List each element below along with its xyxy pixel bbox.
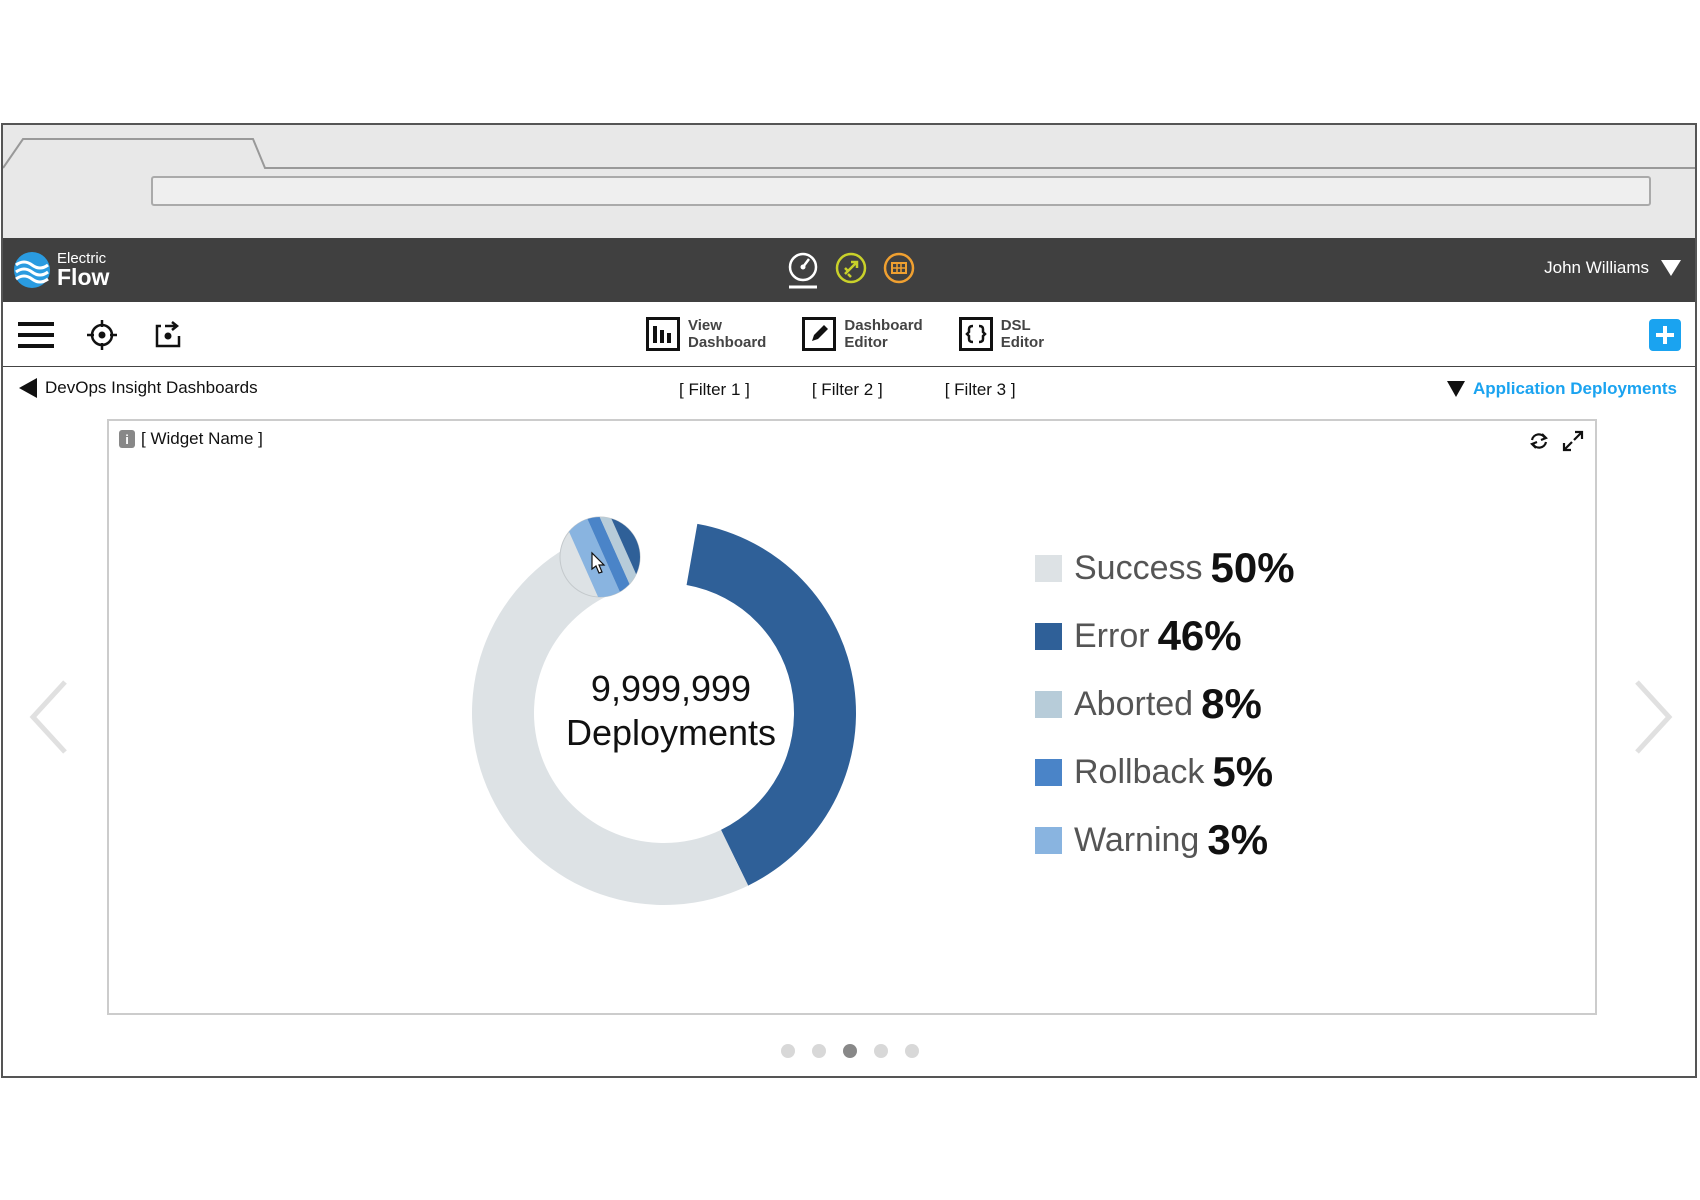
deployments-count: 9,999,999 (590, 668, 752, 709)
dsl-editor-label: DSL Editor (1000, 317, 1045, 351)
address-bar[interactable] (151, 176, 1651, 206)
legend-label: Aborted (1074, 684, 1194, 723)
pagination-dot[interactable] (843, 1044, 857, 1058)
widget-name: [ Widget Name ] (141, 429, 263, 448)
application-dropdown[interactable]: Application Deployments (1446, 379, 1677, 399)
next-arrow-icon[interactable] (1633, 679, 1673, 755)
dashboard-editor-label: Dashboard Editor (844, 317, 923, 351)
electric-flow-logo[interactable]: Electric Flow (13, 248, 109, 292)
legend-swatch (1035, 622, 1062, 650)
navigation-row: DevOps Insight Dashboards [ Filter 1 ] [… (3, 367, 1695, 411)
pencil-icon (802, 317, 837, 351)
legend-label: Error (1074, 616, 1150, 655)
bar-chart-icon (646, 317, 680, 351)
legend-label: Rollback (1074, 752, 1205, 791)
back-to-dashboards-link[interactable]: DevOps Insight Dashboards (19, 378, 258, 398)
filter-3[interactable]: [ Filter 3 ] (945, 380, 1016, 400)
legend-label: Success (1074, 548, 1203, 587)
caret-left-icon (19, 378, 37, 398)
legend-swatch (1035, 690, 1062, 718)
braces-icon (958, 317, 993, 351)
legend-item-rollback[interactable]: Rollback 5% (1035, 738, 1295, 806)
user-name: John Williams (1544, 258, 1649, 277)
refresh-target-icon[interactable] (149, 316, 187, 354)
pagination-dot[interactable] (812, 1044, 826, 1058)
app-switcher (785, 251, 917, 289)
user-menu[interactable]: John Williams (1544, 258, 1681, 278)
view-dashboard-label: View Dashboard (688, 317, 767, 351)
dsl-editor-button[interactable]: DSL Editor (958, 317, 1045, 351)
info-icon[interactable]: i (119, 430, 135, 448)
browser-chrome (3, 125, 1695, 238)
legend-value: 50% (1210, 544, 1295, 591)
pagination-dot[interactable] (874, 1044, 888, 1058)
legend-value: 3% (1207, 816, 1269, 863)
legend-item-success[interactable]: Success 50% (1035, 534, 1295, 602)
logo-big-text: Flow (57, 264, 110, 290)
legend-value: 46% (1157, 612, 1242, 659)
back-label: DevOps Insight Dashboards (45, 378, 258, 397)
view-dashboard-button[interactable]: View Dashboard (646, 317, 766, 351)
filter-2[interactable]: [ Filter 2 ] (812, 380, 883, 400)
legend-value: 8% (1201, 680, 1262, 727)
application-dropdown-label: Application Deployments (1472, 379, 1677, 398)
caret-down-icon (1446, 381, 1465, 397)
caret-down-icon (1661, 260, 1681, 276)
legend-item-warning[interactable]: Warning 3% (1035, 806, 1295, 874)
expand-icon[interactable] (1561, 429, 1585, 453)
previous-arrow-icon[interactable] (29, 679, 69, 755)
legend-swatch (1035, 826, 1062, 854)
speedometer-icon[interactable] (785, 251, 821, 289)
filter-1[interactable]: [ Filter 1 ] (679, 380, 750, 400)
refresh-icon[interactable] (1527, 429, 1551, 453)
legend-item-aborted[interactable]: Aborted 8% (1035, 670, 1295, 738)
top-bar: Electric Flow John Williams (3, 238, 1695, 302)
widget-actions (1527, 429, 1585, 453)
chart-legend: Success 50% Error 46% Aborted 8% Rollback 5% War… (1035, 534, 1295, 874)
toolbar: View Dashboard Dashboard Editor DSL Edit… (3, 302, 1695, 367)
rocket-icon[interactable] (833, 251, 869, 289)
pagination-dots (781, 1044, 919, 1058)
legend-swatch (1035, 554, 1062, 582)
pagination-dot[interactable] (781, 1044, 795, 1058)
legend-item-error[interactable]: Error 46% (1035, 602, 1295, 670)
legend-label: Warning (1074, 820, 1200, 859)
legend-swatch (1035, 758, 1062, 786)
legend-value: 5% (1212, 748, 1274, 795)
widget-header: i [ Widget Name ] (119, 429, 263, 449)
crosshair-icon[interactable] (83, 316, 121, 354)
dashboard-editor-button[interactable]: Dashboard Editor (802, 317, 923, 351)
browser-window: Electric Flow John Williams View Dashboa… (1, 123, 1697, 1078)
hamburger-menu-icon[interactable] (17, 316, 55, 354)
filter-bar: [ Filter 1 ] [ Filter 2 ] [ Filter 3 ] (679, 380, 1016, 400)
widget-card: i [ Widget Name ] 9,999,999 Deployments … (107, 419, 1597, 1015)
donut-center-text: 9,999,999 Deployments (521, 667, 821, 755)
pagination-dot[interactable] (905, 1044, 919, 1058)
deployments-label: Deployments (565, 712, 777, 753)
logo-waves-icon (14, 252, 50, 288)
grid-icon[interactable] (881, 251, 917, 289)
plus-icon (1656, 326, 1674, 344)
add-button[interactable] (1649, 319, 1681, 351)
